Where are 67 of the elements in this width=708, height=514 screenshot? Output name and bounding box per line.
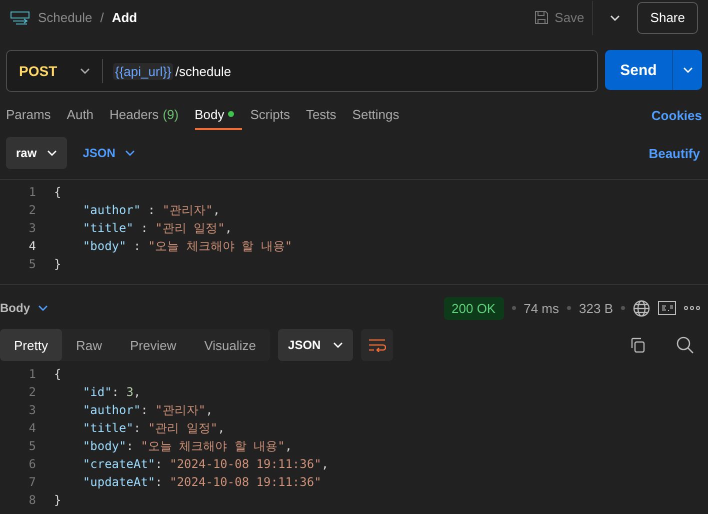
code-line: "author" : "관리자",	[82, 202, 220, 218]
chevron-down-icon	[80, 68, 90, 74]
globe-icon[interactable]	[633, 300, 650, 316]
save-button[interactable]: Save	[526, 0, 594, 34]
more-icon[interactable]	[684, 306, 700, 310]
code-line: }	[54, 257, 62, 271]
view-tab[interactable]: Pretty	[0, 329, 62, 361]
http-icon	[10, 10, 30, 26]
code-line: "author": "관리자",	[82, 402, 213, 418]
breadcrumb-item: Add	[112, 10, 138, 25]
chevron-down-icon	[610, 14, 620, 20]
line-number: 1	[28, 185, 37, 199]
breadcrumb-item[interactable]: Schedule	[38, 10, 92, 25]
response-body-dropdown[interactable]: Body	[0, 301, 48, 315]
chevron-down-icon	[125, 150, 136, 156]
chevron-down-icon	[46, 150, 57, 156]
line-number: 3	[28, 403, 37, 417]
code-line: }	[54, 493, 62, 507]
line-number: 2	[28, 203, 37, 217]
line-number: 4	[28, 239, 37, 253]
share-button[interactable]: Share	[637, 2, 698, 34]
send-button[interactable]: Send	[605, 50, 672, 90]
chevron-down-icon	[682, 67, 692, 73]
status-badge: 200 OK	[444, 296, 504, 320]
response-size: 323 B	[579, 300, 613, 316]
line-number: 6	[28, 457, 37, 471]
line-number: 1	[28, 367, 37, 381]
code-line: "title": "관리 일정",	[82, 420, 225, 436]
view-tab[interactable]: Preview	[116, 329, 190, 361]
line-number: 2	[28, 385, 37, 399]
cookies-link[interactable]: Cookies	[651, 108, 702, 122]
wrap-lines-button[interactable]	[360, 329, 393, 361]
request-tab[interactable]: Settings	[352, 100, 408, 130]
language-dropdown[interactable]: JSON	[76, 145, 142, 161]
request-tab[interactable]: Scripts	[250, 100, 298, 130]
code-line: "id": 3,	[82, 385, 141, 399]
line-number: 7	[28, 475, 37, 489]
line-number: 5	[28, 439, 37, 453]
request-tab[interactable]: Auth	[66, 100, 102, 130]
line-number: 5	[28, 257, 37, 271]
code-line: {	[54, 185, 62, 199]
request-tab[interactable]: Tests	[306, 100, 344, 130]
chevron-down-icon	[38, 305, 48, 311]
wrap-icon	[368, 338, 386, 352]
view-tab[interactable]: Visualize	[190, 329, 270, 361]
beautify-link[interactable]: Beautify	[648, 146, 700, 160]
code-line: "title" : "관리 일정",	[82, 220, 232, 236]
example-icon[interactable]	[658, 301, 676, 315]
response-time: 74 ms	[524, 300, 560, 316]
body-mode-dropdown[interactable]: raw	[6, 137, 67, 169]
line-number: 8	[28, 493, 37, 507]
request-tab[interactable]: Params	[6, 100, 59, 130]
request-tab[interactable]: Body	[194, 100, 242, 130]
breadcrumb-separator: /	[100, 10, 104, 25]
request-tab[interactable]: Headers (9)	[110, 100, 187, 130]
view-tab[interactable]: Raw	[62, 329, 116, 361]
url-field[interactable]: {{api_url}} /schedule	[103, 51, 597, 91]
line-number: 4	[28, 421, 37, 435]
chevron-down-icon	[332, 342, 343, 348]
code-line: {	[54, 367, 62, 381]
line-number: 3	[28, 221, 37, 235]
format-dropdown[interactable]: JSON	[278, 329, 353, 361]
code-line: "body": "오늘 체크해야 할 내용",	[82, 438, 292, 454]
code-line: "body" : "오늘 체크해야 할 내용"	[82, 238, 292, 254]
code-line: "updateAt": "2024-10-08 19:11:36"	[82, 475, 322, 489]
code-line: "createAt": "2024-10-08 19:11:36",	[82, 457, 329, 471]
method-dropdown[interactable]: POST	[7, 59, 103, 83]
